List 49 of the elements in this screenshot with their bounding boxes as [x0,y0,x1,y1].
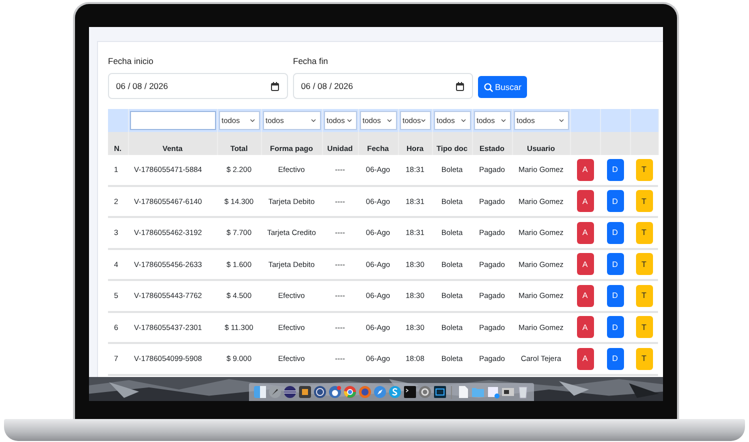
app-icon[interactable] [312,385,326,399]
action-button[interactable]: T [636,348,652,370]
action-button[interactable]: A [576,222,594,244]
action-button[interactable]: A [576,190,594,212]
caret-icon [250,119,254,122]
caret-icon [420,119,426,122]
compass-icon[interactable] [372,385,386,399]
action-button[interactable]: T [636,253,652,276]
browser-icon[interactable] [358,385,372,399]
action-button[interactable]: A [576,316,594,338]
app-icon[interactable] [328,385,342,399]
action-button[interactable]: D [606,284,624,307]
action-button[interactable]: D [606,348,624,370]
action-button[interactable]: D [606,190,624,212]
action-button[interactable]: T [636,222,652,244]
action-button[interactable]: A [576,284,594,307]
caret-icon [558,119,564,122]
action-button[interactable]: T [636,316,652,338]
calendar-icon [456,82,464,90]
globe-icon[interactable] [282,385,296,399]
calendar-icon [271,82,279,90]
app-icon[interactable] [500,385,514,399]
action-button[interactable]: A [576,348,594,370]
action-button[interactable]: D [606,316,624,338]
app-icon[interactable] [432,385,446,399]
action-button[interactable]: D [606,253,624,276]
caret-icon [460,119,466,122]
caret-icon [310,119,316,122]
search-button[interactable]: Buscar [478,76,528,98]
action-button[interactable]: D [606,222,624,244]
date-field[interactable]: 06 / 08 / 2026 [293,73,473,99]
action-button[interactable]: A [576,253,594,276]
action-button[interactable]: T [636,284,652,307]
action-button[interactable]: D [606,158,624,181]
browser-icon[interactable] [342,385,356,399]
field-label: Fecha fin [293,56,329,66]
app-icon[interactable] [298,385,312,399]
filter-field[interactable] [130,111,216,130]
action-button[interactable]: T [636,190,652,212]
caret-icon [386,119,392,122]
date-field[interactable]: 06 / 08 / 2026 [108,73,288,99]
terminal-icon[interactable] [402,385,416,399]
search-icon [484,82,493,92]
action-button[interactable]: A [576,158,594,181]
action-button[interactable]: T [636,158,652,181]
field-label: Fecha inicio [108,56,154,66]
caret-icon [500,119,506,122]
finder-icon[interactable] [252,385,266,399]
caret-icon [346,119,352,122]
